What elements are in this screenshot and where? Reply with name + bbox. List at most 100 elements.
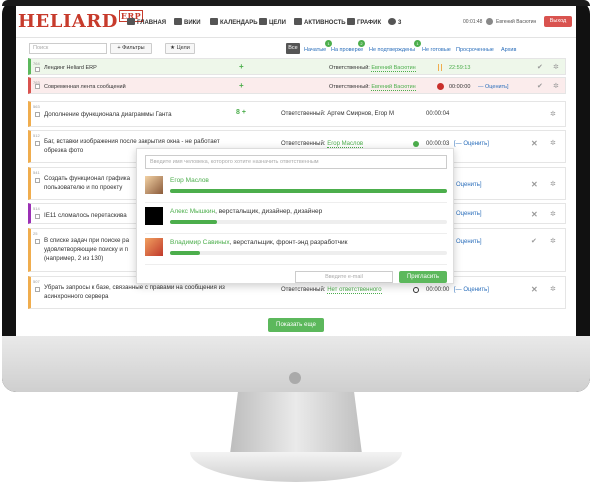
close-icon[interactable]: ✕ (531, 285, 538, 294)
rate-link[interactable]: [— Оценить] (454, 141, 489, 147)
gear-icon (388, 18, 396, 25)
tab-not-ready[interactable]: Не готовые (422, 47, 451, 53)
task-title[interactable]: В списке задач при поиске ра удовлетворя… (44, 236, 149, 263)
task-timer: 00:00:03 (426, 141, 450, 147)
assignee-option[interactable]: Егор Маслов (145, 173, 447, 203)
filter-toolbar: Поиск + Фильтры ★ Цели Все Начатые 1 На … (16, 39, 576, 57)
workload-bar (170, 220, 447, 224)
add-icon[interactable]: + (239, 62, 244, 71)
filters-button[interactable]: + Фильтры (110, 43, 152, 54)
workload-fill (170, 189, 447, 193)
tab-archive[interactable]: Архив (501, 47, 516, 53)
rate-link[interactable]: Оценить] (456, 211, 482, 217)
resp-name[interactable]: Егор Маслов (327, 141, 364, 148)
assignee-option[interactable]: Владимир Савиных, верстальщик, фронт-энд… (145, 235, 447, 265)
add-icon[interactable]: + (239, 81, 244, 90)
nav-schedule[interactable]: ГРАФИК (347, 18, 381, 26)
gear-icon[interactable]: ✲ (550, 285, 556, 293)
tab-overdue[interactable]: Просроченные (456, 47, 494, 53)
task-checkbox[interactable] (35, 178, 40, 183)
monitor-base (190, 452, 402, 482)
goals-button[interactable]: ★ Цели (165, 43, 195, 54)
tab-review[interactable]: На проверке (331, 47, 363, 53)
gear-icon[interactable]: ✲ (550, 110, 556, 118)
invite-button[interactable]: Пригласить (399, 271, 447, 283)
assignee-name: Владимир Савиных, верстальщик, фронт-энд… (170, 239, 348, 246)
check-icon[interactable]: ✔ (531, 237, 537, 245)
check-icon[interactable]: ✔ (537, 63, 543, 71)
gear-icon[interactable]: ✲ (550, 139, 556, 147)
assignee-search-input[interactable]: Введите имя человека, которого хотите на… (145, 155, 447, 169)
gear-icon[interactable]: ✲ (553, 82, 559, 90)
gear-icon[interactable]: ✲ (550, 180, 556, 188)
rate-link[interactable]: Оценить] (456, 239, 482, 245)
nav-wiki[interactable]: ВИКИ (174, 18, 201, 26)
record-icon[interactable] (437, 83, 444, 90)
resp-name[interactable]: Евгений Васютин (371, 84, 416, 91)
task-number: 541 (33, 170, 40, 175)
subtask-count[interactable]: 8 + (236, 109, 246, 116)
subtask-count-value: 8 (236, 109, 240, 116)
task-checkbox[interactable] (35, 287, 40, 292)
email-input[interactable]: Введите e-mail (295, 271, 393, 283)
resp-name[interactable]: Артем Смирнов, Егор М (327, 111, 394, 117)
nav-settings[interactable]: 3 (388, 18, 401, 26)
show-more-button[interactable]: Показать еще (268, 318, 324, 332)
tab-unconfirmed[interactable]: Не подтверждены (369, 47, 415, 53)
document-icon (174, 18, 182, 25)
task-title[interactable]: Современная лента сообщений (44, 83, 126, 92)
task-responsible: Ответственный: Егор Маслов (281, 141, 364, 148)
task-checkbox[interactable] (35, 112, 40, 117)
task-title[interactable]: Убрать запросы к базе, связанные с права… (44, 283, 244, 301)
gear-icon[interactable]: ✲ (550, 237, 556, 245)
header-user[interactable]: Евгений Васютин (496, 19, 536, 25)
monitor-stand (230, 392, 362, 454)
assignee-option[interactable]: Алекс Мышкин, верстальщик, дизайнер, диз… (145, 204, 447, 234)
rate-link[interactable]: [— Оценить] (454, 287, 489, 293)
task-number: 25 (33, 231, 38, 236)
tab-started[interactable]: Начатые (304, 47, 326, 53)
task-row[interactable]: 763 Современная лента сообщений + Ответс… (28, 77, 566, 94)
gear-icon[interactable]: ✲ (550, 210, 556, 218)
nav-goals[interactable]: ЦЕЛИ (259, 18, 286, 26)
close-icon[interactable]: ✕ (531, 180, 538, 189)
pause-icon[interactable] (438, 64, 442, 71)
goals-label: Цели (176, 45, 190, 51)
gear-icon[interactable]: ✲ (553, 63, 559, 71)
task-checkbox[interactable] (35, 239, 40, 244)
task-number: 764 (33, 61, 40, 66)
nav-calendar[interactable]: КАЛЕНДАРЬ (210, 18, 258, 26)
tab-badge: 1 (414, 40, 421, 47)
logout-button[interactable]: Выход (544, 16, 572, 27)
avatar (145, 207, 163, 225)
resp-label: Ответственный: (281, 111, 326, 117)
search-input[interactable]: Поиск (29, 43, 107, 54)
nav-label: КАЛЕНДАРЬ (220, 20, 258, 26)
rate-link[interactable]: Оценить] (456, 182, 482, 188)
rate-link[interactable]: — Оценить] (478, 84, 508, 90)
nav-home[interactable]: ГЛАВНАЯ (127, 18, 166, 26)
resp-name[interactable]: Евгений Васютин (371, 65, 416, 72)
resp-name[interactable]: Нет ответственного (327, 287, 382, 294)
task-title[interactable]: Дополнение функционала диаграммы Ганта (44, 110, 172, 119)
workload-bar (170, 189, 447, 193)
task-checkbox[interactable] (35, 67, 40, 72)
resp-label: Ответственный: (329, 84, 370, 90)
task-checkbox[interactable] (35, 214, 40, 219)
monitor-icon (127, 18, 135, 25)
play-icon[interactable] (413, 141, 419, 147)
logo[interactable]: HELIARD ERP (18, 10, 144, 32)
tab-badge: 1 (325, 40, 332, 47)
task-row[interactable]: 764 Лендинг Heliard ERP + Ответственный:… (28, 58, 566, 75)
task-row[interactable]: 563 Дополнение функционала диаграммы Ган… (28, 101, 566, 127)
calendar-icon (210, 18, 218, 25)
task-checkbox[interactable] (35, 141, 40, 146)
nav-activity[interactable]: АКТИВНОСТЬ (294, 18, 346, 26)
clock-icon[interactable] (413, 287, 419, 293)
tab-all[interactable]: Все (286, 43, 300, 54)
avatar[interactable] (486, 18, 493, 25)
close-icon[interactable]: ✕ (531, 139, 538, 148)
task-title[interactable]: Лендинг Heliard ERP (44, 64, 97, 73)
close-icon[interactable]: ✕ (531, 210, 538, 219)
check-icon[interactable]: ✔ (537, 82, 543, 90)
